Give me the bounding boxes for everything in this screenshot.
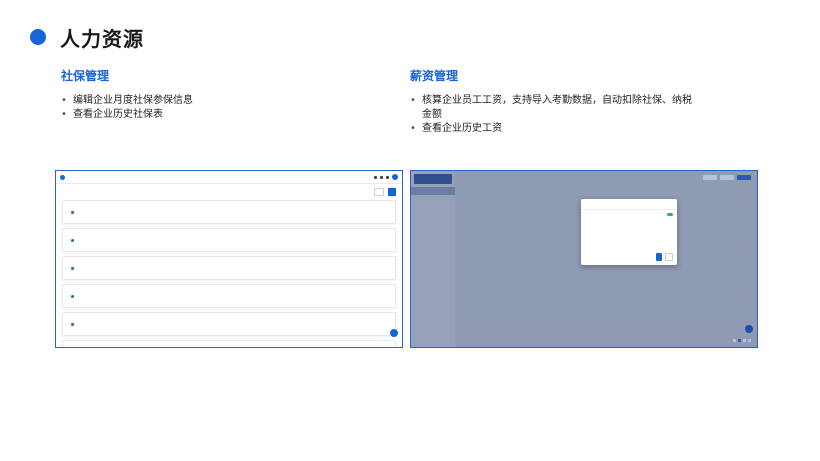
- header-button[interactable]: [720, 174, 734, 180]
- status-dot-icon: [71, 322, 74, 326]
- modal-confirm-button[interactable]: ​: [656, 253, 662, 261]
- social-record-card[interactable]: [62, 312, 396, 336]
- page-button[interactable]: [748, 339, 751, 342]
- sidebar-logo: [414, 174, 452, 184]
- list-header: ​ ​: [56, 184, 402, 200]
- floating-button[interactable]: ​: [390, 329, 398, 337]
- salary-bullet: 查看企业历史工资: [410, 122, 700, 136]
- social-record-card[interactable]: [62, 200, 396, 224]
- social-bullet: 查看企业历史社保表: [61, 108, 361, 122]
- toggle-switch[interactable]: [667, 212, 673, 216]
- status-dot-icon: [71, 294, 74, 298]
- sidebar-item[interactable]: ​: [411, 211, 455, 219]
- sidebar-item-active[interactable]: ​: [411, 187, 455, 195]
- toolbar-icon[interactable]: [374, 175, 377, 179]
- salary-header: [455, 171, 757, 183]
- page-button[interactable]: [743, 339, 746, 342]
- header-button[interactable]: [703, 174, 717, 180]
- app-sidebar: ​ ​ ​ ​: [411, 171, 455, 347]
- header-primary-button[interactable]: [737, 174, 751, 180]
- social-record-card[interactable]: [62, 228, 396, 252]
- toolbar-icon[interactable]: [380, 175, 383, 179]
- salary-main: ​ ​ ​ ​ ​ ​: [455, 171, 757, 347]
- social-record-card[interactable]: [62, 284, 396, 308]
- toolbar-icons: [374, 174, 398, 180]
- modal-title: ​: [581, 199, 677, 210]
- title-dot: [30, 29, 46, 45]
- primary-button[interactable]: ​: [388, 188, 396, 196]
- social-record-card[interactable]: [62, 256, 396, 280]
- salary-heading: 薪资管理: [410, 69, 459, 83]
- salary-screenshot: ​ ​ ​ ​ ​ ​ ​ ​ ​ ​: [410, 170, 758, 348]
- salary-bullets: 核算企业员工工资，支持导入考勤数据，自动扣除社保、纳税金额 查看企业历史工资: [410, 94, 700, 136]
- page-title: 人力资源: [60, 27, 144, 51]
- modal-dialog: ​ ​ ​ ​ ​: [581, 199, 677, 265]
- social-bullets: 编辑企业月度社保参保信息 查看企业历史社保表: [61, 94, 361, 122]
- status-dot-icon: [71, 210, 74, 214]
- secondary-button[interactable]: ​: [374, 188, 384, 196]
- social-screenshot: ​ ​ ​ ​ ​: [55, 170, 403, 348]
- status-dot-icon: [71, 238, 74, 242]
- avatar[interactable]: [392, 174, 398, 180]
- status-dot-icon: [71, 266, 74, 270]
- app-logo: [60, 174, 65, 180]
- page-button-active[interactable]: [738, 339, 741, 342]
- toolbar-icon[interactable]: [386, 175, 389, 179]
- social-heading: 社保管理: [61, 69, 110, 83]
- salary-bullet: 核算企业员工工资，支持导入考勤数据，自动扣除社保、纳税金额: [410, 94, 700, 122]
- modal-row: ​: [581, 210, 677, 218]
- page-button[interactable]: [733, 339, 736, 342]
- social-record-card[interactable]: [62, 340, 396, 347]
- pagination: [733, 339, 751, 342]
- social-bullet: 编辑企业月度社保参保信息: [61, 94, 361, 108]
- floating-button[interactable]: ​: [745, 325, 753, 333]
- sidebar-item[interactable]: ​: [411, 203, 455, 211]
- modal-cancel-button[interactable]: ​: [665, 253, 673, 261]
- app-topbar: ​ ​: [56, 171, 402, 184]
- sidebar-item[interactable]: ​: [411, 195, 455, 203]
- modal-row: ​: [581, 218, 677, 226]
